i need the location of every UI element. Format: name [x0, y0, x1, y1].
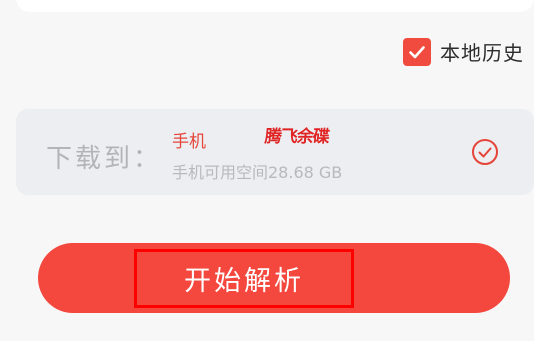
local-history-option[interactable]: 本地历史: [403, 37, 524, 66]
start-parse-button[interactable]: [38, 243, 510, 313]
storage-free-space: 手机可用空间28.68 GB: [172, 163, 343, 182]
local-history-label: 本地历史: [440, 41, 524, 65]
download-to-label: 下载到：: [46, 144, 163, 174]
check-circle-icon: [472, 139, 498, 165]
watermark: 腾飞余碟: [263, 127, 330, 147]
top-card: [16, 0, 534, 12]
storage-device-name: 手机: [172, 132, 206, 152]
storage-option-card[interactable]: 下载到： 手机 腾飞余碟 手机可用空间28.68 GB: [16, 109, 534, 195]
local-history-checkbox[interactable]: [403, 37, 431, 66]
checkmark-icon: [409, 45, 425, 58]
